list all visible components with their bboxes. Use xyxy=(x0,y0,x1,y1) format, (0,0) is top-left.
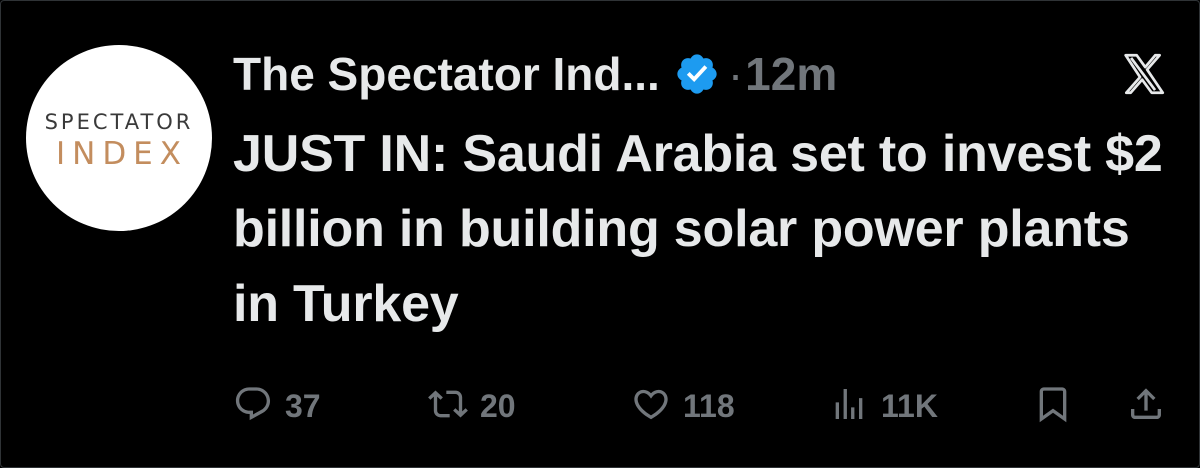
reply-count: 37 xyxy=(285,387,321,424)
x-logo-icon xyxy=(1119,49,1169,99)
share-button[interactable] xyxy=(1126,381,1166,431)
tweet-header: The Spectator Ind... · 12m xyxy=(233,39,837,109)
views-button[interactable]: 11K xyxy=(829,381,938,431)
heart-icon xyxy=(631,384,671,429)
display-name[interactable]: The Spectator Ind... xyxy=(233,47,660,101)
header-separator: · xyxy=(727,48,744,100)
reply-button[interactable]: 37 xyxy=(233,381,321,431)
avatar-logo-line1: SPECTATOR xyxy=(44,110,194,134)
repost-icon xyxy=(428,384,468,429)
share-icon xyxy=(1126,384,1166,429)
repost-count: 20 xyxy=(480,387,516,424)
avatar[interactable]: SPECTATOR INDEX xyxy=(26,45,212,231)
bookmark-icon xyxy=(1033,384,1073,429)
views-bar-chart-icon xyxy=(829,384,869,429)
tweet-text: JUST IN: Saudi Arabia set to invest $2 b… xyxy=(233,125,1163,333)
like-button[interactable]: 118 xyxy=(631,381,735,431)
timestamp[interactable]: 12m xyxy=(745,47,837,101)
reply-icon xyxy=(233,384,273,429)
bookmark-button[interactable] xyxy=(1033,381,1073,431)
like-count: 118 xyxy=(683,387,735,424)
action-bar: 37 20 118 11K xyxy=(233,381,1178,431)
tweet-card[interactable]: SPECTATOR INDEX The Spectator Ind... · 1… xyxy=(0,0,1200,468)
avatar-logo-line2: INDEX xyxy=(55,136,189,172)
repost-button[interactable]: 20 xyxy=(428,381,516,431)
views-count: 11K xyxy=(881,387,938,424)
verified-badge-icon[interactable] xyxy=(674,51,720,97)
